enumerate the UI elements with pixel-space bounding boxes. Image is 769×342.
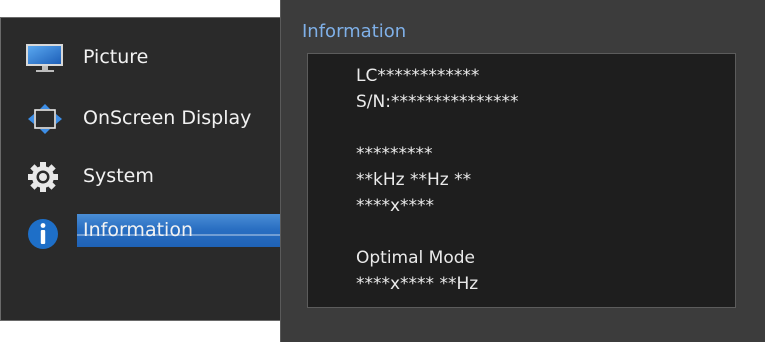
serial-line: S/N:*************** — [356, 92, 519, 112]
frequency-line: **kHz **Hz ** — [356, 170, 472, 190]
menu-item-label: System — [83, 165, 154, 187]
information-panel: Information LC************ S/N:*********… — [280, 0, 765, 342]
menu-item-label: Information — [83, 219, 193, 241]
menu-item-onscreen-display[interactable]: OnScreen Display — [1, 99, 282, 139]
menu-item-system[interactable]: System — [1, 157, 282, 197]
menu-item-label: Picture — [83, 46, 149, 68]
info-box: LC************ S/N:*************** *****… — [307, 53, 736, 308]
menu-item-information[interactable]: Information — [1, 211, 282, 251]
optimal-mode-value: ****x**** **Hz — [356, 274, 479, 294]
resolution-line: ****x**** — [356, 196, 435, 216]
monitor-icon — [25, 42, 65, 74]
info-icon — [25, 215, 65, 249]
menu-item-picture[interactable]: Picture — [1, 38, 282, 78]
panel-title: Information — [302, 21, 407, 42]
gear-icon — [25, 161, 65, 193]
menu-item-label: OnScreen Display — [83, 107, 252, 129]
screen-arrows-icon — [25, 103, 65, 135]
optimal-mode-label: Optimal Mode — [356, 248, 475, 268]
input-source-line: ********* — [356, 144, 433, 164]
menu-panel: Picture OnScreen Display System Informat… — [0, 17, 282, 321]
model-line: LC************ — [356, 66, 480, 86]
osd-window: Picture OnScreen Display System Informat… — [0, 0, 769, 342]
